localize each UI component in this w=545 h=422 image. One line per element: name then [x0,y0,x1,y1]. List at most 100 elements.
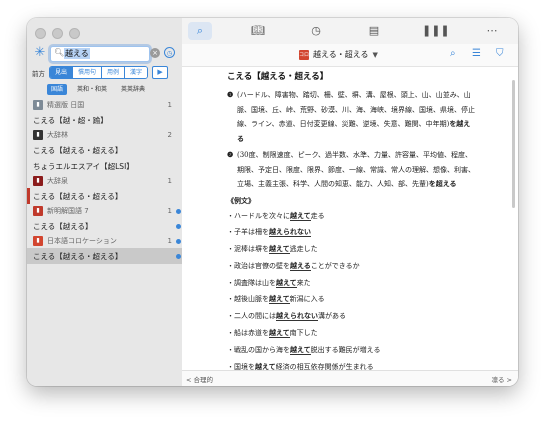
minimize-window-button[interactable] [52,28,63,39]
example-keyword: 越えて [269,244,290,255]
more-icon[interactable]: ⋯ [480,22,504,40]
example-sentence: ・ハードルを次々に越えて走る [227,208,475,225]
entry-content: こえる【越える・超える】 ❶ (ハードル、障害物、踏切、柵、壁、塀、溝、屋根、頭… [227,70,475,375]
example-keyword: 越えて [290,344,311,355]
example-sentence: ・二人の間には越えられない溝がある [227,308,475,325]
example-sentence: ・越後山脈を越えて新潟に入る [227,291,475,308]
chevron-down-icon: ▼ [372,50,378,59]
dictionary-badge-icon: コロ [299,49,310,60]
dictionary-header: ▮ 大辞林 2 [27,128,182,142]
result-count: 1 [167,237,172,245]
example-text: ・二人の間には [227,312,276,321]
dictionary-icon: ▮ [33,130,43,140]
next-entry-link[interactable]: 凛る > [491,374,512,384]
example-sentence: ・政治は官僚の壁を越えることができるか [227,258,475,275]
previous-entry-link[interactable]: < 合理的 [186,374,213,384]
filter-english-english[interactable]: 英英辞典 [117,84,149,95]
example-text: ・調査隊は山を [227,278,276,287]
example-sentence: ・戦乱の国から海を越えて脱出する難民が増える [227,342,475,359]
result-count: 2 [167,131,172,139]
example-text: ・政治は官僚の壁を [227,261,290,270]
mode-kanji[interactable]: 漢字 [125,67,148,78]
bookmark-icon[interactable]: ⛉ [496,48,504,59]
scrollbar-thumb[interactable] [512,80,515,208]
headword: こえる【越える・超える】 [227,72,329,82]
result-label: こえる【越える・超える】 [33,145,123,155]
example-text: ・ハードルを次々に [227,211,290,220]
unread-dot [176,253,181,259]
history-icon[interactable]: ◷ [164,47,175,58]
dictionary-name: 大辞林 [47,131,68,139]
find-in-page-icon[interactable]: ⌕ [450,48,456,59]
toolbar: ⌕ 📖︎ ◷ ▤ ❚❚❚ ⋯ [182,18,518,45]
result-count: 1 [167,207,172,215]
result-item[interactable]: こえる【越える・超える】 [27,188,182,204]
result-item[interactable]: こえる【越える】 [27,218,182,234]
result-item[interactable]: こえる【越・超・踰】 [27,112,182,128]
example-sentence: ・子羊は柵を越えられない [227,224,475,241]
mode-headword[interactable]: 見出 [50,67,74,78]
note-icon[interactable]: ▤ [362,22,386,40]
example-text: ・船は赤道を [227,329,269,338]
result-label: こえる【越・超・踰】 [33,115,108,125]
dictionary-header: ▮ 新明解国語 7 1 [27,204,182,218]
example-text: 溝がある [318,312,346,321]
dictionary-icon: ▮ [33,206,43,216]
sense-1: ❶ (ハードル、障害物、踏切、柵、壁、塀、溝、屋根、頭上、山、山並み、山脈、国境… [227,88,475,146]
unread-dot [176,238,181,244]
mode-example[interactable]: 用例 [102,67,126,78]
result-item[interactable]: ちょうエルエスアイ【超LSI】 [27,158,182,174]
search-mode-segment: 見出 慣用句 用例 漢字 [49,66,149,79]
result-count: 1 [167,101,172,109]
book-icon[interactable]: 📖︎ [246,22,270,40]
results-list: ▮ 精選版 日国 1 こえる【越・超・踰】 ▮ 大辞林 2 こえる【越える・超え… [27,98,182,264]
dictionary-name: 精選版 日国 [47,101,85,109]
search-mode-row: 前方 見出 慣用句 用例 漢字 ▶ [32,66,177,79]
sidebar: ✳ 🔍︎ 越える × ◷ 前方 見出 慣用句 用例 漢字 ▶ 国語 英和・和英 … [27,18,183,386]
window-controls [35,28,80,39]
search-input-value[interactable]: 越える [64,48,90,59]
clear-search-icon[interactable]: × [150,48,160,58]
dictionary-selector[interactable]: コロ 越える・超える ▼ [299,49,378,60]
example-sentence: ・船は赤道を越えて南下した [227,325,475,342]
dictionary-name: 大辞泉 [47,177,68,185]
example-text: ・越後山脈を [227,295,269,304]
asterisk-icon[interactable]: ✳ [32,45,48,61]
sense-number: ❶ [227,90,234,99]
search-icon: 🔍︎ [54,48,65,57]
result-label: こえる【越える・超える】 [33,191,123,201]
result-label: ちょうエルエスアイ【超LSI】 [33,161,134,171]
example-text: ことができるか [310,261,360,270]
result-item[interactable]: こえる【越える・超える】 [27,142,182,158]
example-sentence: ・泥棒は塀を越えて逃走した [227,241,475,258]
unread-dot [176,223,181,229]
result-item-selected[interactable]: こえる【越える・超える】 [27,248,182,264]
filter-japanese[interactable]: 国語 [47,84,68,95]
search-icon[interactable]: ⌕ [188,22,212,40]
mode-idiom[interactable]: 慣用句 [73,67,103,78]
sense-2: ❷ (30度、制限速度、ピーク、過半数、水準、力量、許容量、平均値、程度、期限、… [227,148,475,192]
clock-icon[interactable]: ◷ [304,22,328,40]
example-keyword: 越えられない [269,227,311,238]
example-text: 新潟に入る [289,295,325,304]
zoom-window-button[interactable] [69,28,80,39]
dictionary-header: ▮ 日本語コロケーション 1 [27,234,182,248]
example-text: 来た [296,278,311,287]
sense-text: (30度、制限速度、ピーク、過半数、水準、力量、許容量、平均値、程度、期限、予定… [237,148,475,192]
example-text: 南下した [289,329,318,338]
filter-english-japanese[interactable]: 英和・和英 [73,84,111,95]
search-row: ✳ 🔍︎ 越える × ◷ [32,45,177,62]
list-icon[interactable]: ☰ [472,48,481,59]
library-icon[interactable]: ❚❚❚ [422,22,450,40]
search-mode-label[interactable]: 前方 [32,68,45,78]
example-keyword: 越えて [269,328,290,339]
search-input[interactable]: 🔍︎ 越える [50,46,150,62]
example-text: 逃走した [289,245,318,254]
dictionary-icon: ▮ [33,176,43,186]
unread-dot [176,208,181,214]
result-label: こえる【越える・超える】 [33,251,123,261]
main-pane: ⌕ 📖︎ ◷ ▤ ❚❚❚ ⋯ コロ 越える・超える ▼ ⌕ ☰ ⛉ こえる【越え… [182,18,518,386]
example-keyword: 越える [290,260,311,271]
close-window-button[interactable] [35,28,46,39]
play-icon[interactable]: ▶ [152,66,169,79]
